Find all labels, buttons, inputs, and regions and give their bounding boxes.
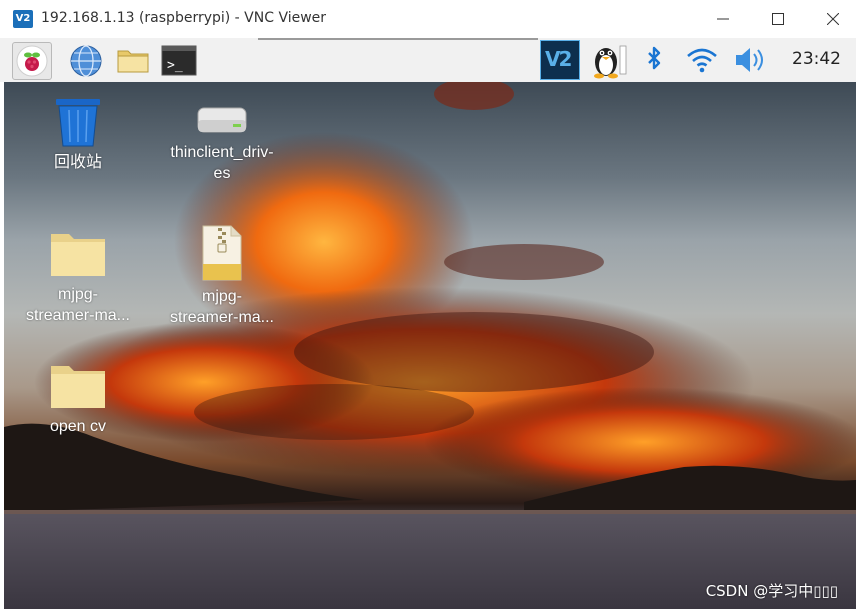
maximize-icon bbox=[772, 13, 784, 25]
web-browser-button[interactable] bbox=[66, 42, 104, 78]
desktop-item-mjpg-folder[interactable]: mjpg- streamer-ma... bbox=[8, 228, 148, 326]
terminal-icon: >_ bbox=[161, 45, 197, 76]
trash-icon bbox=[56, 99, 100, 147]
window-title: 192.168.1.13 (raspberrypi) - VNC Viewer bbox=[41, 10, 327, 26]
desktop-item-label: 回收站 bbox=[53, 154, 102, 171]
vnc-viewer-app-icon: V2 bbox=[13, 10, 33, 28]
wifi-icon bbox=[687, 48, 717, 73]
taskbar-panel: >_ V2 23:42 bbox=[0, 38, 856, 83]
close-button[interactable] bbox=[810, 0, 856, 38]
raspberry-menu-button[interactable] bbox=[12, 42, 52, 80]
volume-button[interactable] bbox=[734, 46, 768, 78]
desktop-item-label-line2: es bbox=[213, 165, 231, 182]
raspberry-menu-icon bbox=[16, 45, 48, 77]
file-manager-button[interactable] bbox=[112, 42, 150, 78]
window-title-bar[interactable]: V2 192.168.1.13 (raspberrypi) - VNC View… bbox=[0, 0, 856, 39]
desktop-item-opencv-folder[interactable]: open cv bbox=[8, 360, 148, 437]
vnc-server-tray-icon[interactable]: V2 bbox=[540, 40, 580, 80]
panel-divider bbox=[258, 38, 538, 40]
zip-archive-icon bbox=[202, 225, 242, 281]
clock[interactable]: 23:42 bbox=[792, 49, 841, 69]
desktop-item-trash[interactable]: 回收站 bbox=[8, 96, 148, 173]
desktop-item-label: open cv bbox=[49, 418, 107, 435]
csdn-watermark: CSDN @学习中▯▯▯ bbox=[705, 582, 838, 600]
desktop-item-label-line1: mjpg- bbox=[57, 286, 98, 303]
drive-icon bbox=[197, 107, 247, 133]
desktop-item-label-line1: thinclient_driv- bbox=[170, 144, 274, 161]
penguin-tray-icon[interactable] bbox=[584, 40, 628, 80]
vnc-tray-label: V2 bbox=[545, 47, 572, 71]
bluetooth-icon bbox=[648, 46, 661, 70]
svg-text:>_: >_ bbox=[167, 58, 183, 73]
file-manager-icon bbox=[117, 50, 149, 73]
desktop-item-thinclient-drives[interactable]: thinclient_driv- es bbox=[152, 102, 292, 184]
terminal-button[interactable]: >_ bbox=[158, 42, 197, 78]
minimize-icon bbox=[717, 18, 729, 20]
penguin-icon bbox=[594, 45, 627, 79]
maximize-button[interactable] bbox=[755, 0, 801, 38]
folder-icon bbox=[51, 234, 105, 276]
web-browser-icon bbox=[70, 45, 102, 77]
desktop-item-label-line1: mjpg- bbox=[201, 288, 242, 305]
folder-icon bbox=[51, 366, 105, 408]
minimize-button[interactable] bbox=[700, 0, 746, 38]
bluetooth-button[interactable] bbox=[642, 46, 666, 78]
desktop-area[interactable]: 回收站 thinclient_driv- es mjpg- streamer-m… bbox=[4, 82, 856, 609]
wifi-button[interactable] bbox=[686, 46, 718, 78]
close-icon bbox=[827, 13, 839, 25]
volume-icon bbox=[736, 48, 763, 72]
desktop-item-label-line2: streamer-ma... bbox=[25, 307, 130, 324]
desktop-item-mjpg-zip[interactable]: mjpg- streamer-ma... bbox=[152, 224, 292, 328]
desktop-item-label-line2: streamer-ma... bbox=[169, 309, 274, 326]
